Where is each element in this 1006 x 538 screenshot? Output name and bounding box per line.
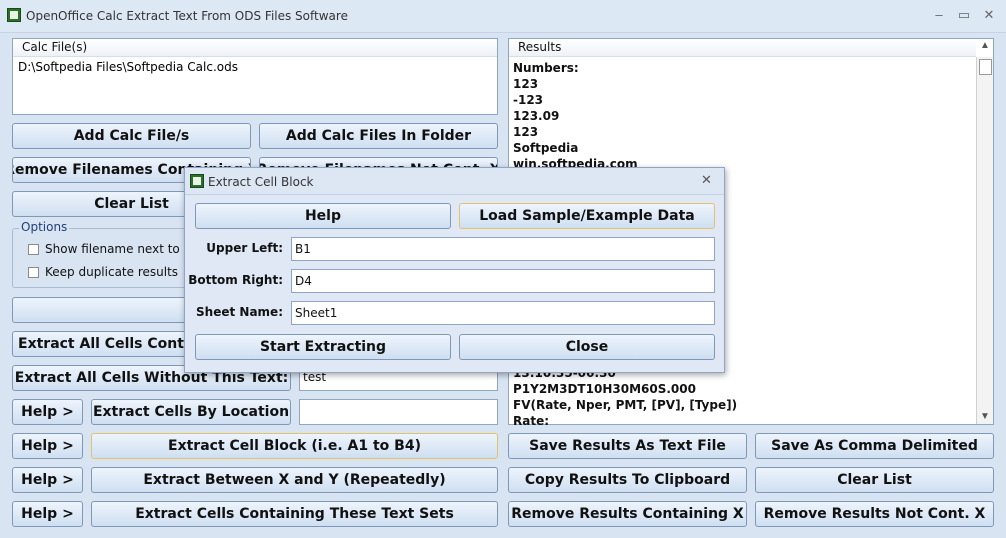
extract-cell-block-button[interactable]: Extract Cell Block (i.e. A1 to B4) <box>91 433 498 459</box>
results-list-bottom: 13:10:35-06:30 P1Y2M3DT10H30M60S.000 FV(… <box>513 365 975 429</box>
list-item: 123 <box>513 77 539 91</box>
sheet-name-label: Sheet Name: <box>196 305 283 319</box>
copy-clipboard-button[interactable]: Copy Results To Clipboard <box>508 467 747 493</box>
app-icon <box>7 8 21 22</box>
list-item: Softpedia <box>513 141 579 155</box>
save-csv-button[interactable]: Save As Comma Delimited <box>755 433 994 459</box>
calc-files-header: Calc File(s) <box>13 39 497 57</box>
list-item: FV(Rate, Nper, PMT, [PV], [Type]) <box>513 398 738 412</box>
start-extracting-button[interactable]: Start Extracting <box>195 334 451 360</box>
dialog-close-button[interactable]: Close <box>459 334 715 360</box>
maximize-button[interactable]: ▭ <box>955 7 973 23</box>
scroll-thumb[interactable] <box>979 59 992 75</box>
options-title: Options <box>19 220 70 234</box>
title-bar: OpenOffice Calc Extract Text From ODS Fi… <box>0 0 1006 33</box>
dialog-title: Extract Cell Block <box>208 175 314 189</box>
extract-cell-block-dialog: Extract Cell Block ✕ Help Load Sample/Ex… <box>184 167 725 373</box>
dialog-help-button[interactable]: Help <box>195 203 451 229</box>
load-sample-button[interactable]: Load Sample/Example Data <box>459 203 715 229</box>
help-button-cell-block[interactable]: Help > <box>12 433 83 459</box>
dialog-title-bar: Extract Cell Block ✕ <box>185 168 724 195</box>
location-input[interactable] <box>299 399 498 425</box>
upper-left-input[interactable]: B1 <box>291 237 715 261</box>
window-title: OpenOffice Calc Extract Text From ODS Fi… <box>26 9 348 23</box>
dialog-app-icon <box>190 174 204 188</box>
list-item: Rate: <box>513 414 550 428</box>
add-files-button[interactable]: Add Calc File/s <box>12 123 251 149</box>
bottom-right-label: Bottom Right: <box>188 273 283 287</box>
list-item: Numbers: <box>513 61 579 75</box>
extract-text-sets-button[interactable]: Extract Cells Containing These Text Sets <box>91 501 498 527</box>
sheet-name-input[interactable]: Sheet1 <box>291 301 715 325</box>
dialog-close-icon[interactable]: ✕ <box>701 172 712 188</box>
minimize-button[interactable]: – <box>930 7 948 22</box>
add-folder-button[interactable]: Add Calc Files In Folder <box>259 123 498 149</box>
extract-by-location-button[interactable]: Extract Cells By Location <box>91 399 291 425</box>
calc-files-list[interactable]: Calc File(s) D:\Softpedia Files\Softpedi… <box>12 38 498 115</box>
help-button-location[interactable]: Help > <box>12 399 83 425</box>
list-item: 123.09 <box>513 109 560 123</box>
list-item: 123 <box>513 125 539 139</box>
save-text-button[interactable]: Save Results As Text File <box>508 433 747 459</box>
close-button[interactable]: ✕ <box>980 7 998 23</box>
list-item[interactable]: D:\Softpedia Files\Softpedia Calc.ods <box>18 60 238 74</box>
list-item: -123 <box>513 93 544 107</box>
results-list: Numbers: 123 -123 123.09 123 Softpedia w… <box>513 60 975 172</box>
help-button-between[interactable]: Help > <box>12 467 83 493</box>
help-button-text-sets[interactable]: Help > <box>12 501 83 527</box>
remove-results-containing-button[interactable]: Remove Results Containing X <box>508 501 747 527</box>
keep-duplicates-checkbox[interactable]: Keep duplicate results <box>28 265 178 279</box>
extract-between-button[interactable]: Extract Between X and Y (Repeatedly) <box>91 467 498 493</box>
clear-results-button[interactable]: Clear List <box>755 467 994 493</box>
results-header: Results <box>509 39 976 57</box>
bottom-right-input[interactable]: D4 <box>291 269 715 293</box>
checkbox-box[interactable] <box>28 266 39 278</box>
scroll-down-icon[interactable]: ▼ <box>977 411 993 422</box>
remove-results-not-button[interactable]: Remove Results Not Cont. X <box>755 501 994 527</box>
results-scrollbar[interactable]: ▲ ▼ <box>976 40 993 424</box>
upper-left-label: Upper Left: <box>206 241 283 255</box>
list-item: P1Y2M3DT10H30M60S.000 <box>513 382 696 396</box>
scroll-up-icon[interactable]: ▲ <box>977 40 993 51</box>
checkbox-box[interactable] <box>28 243 39 255</box>
